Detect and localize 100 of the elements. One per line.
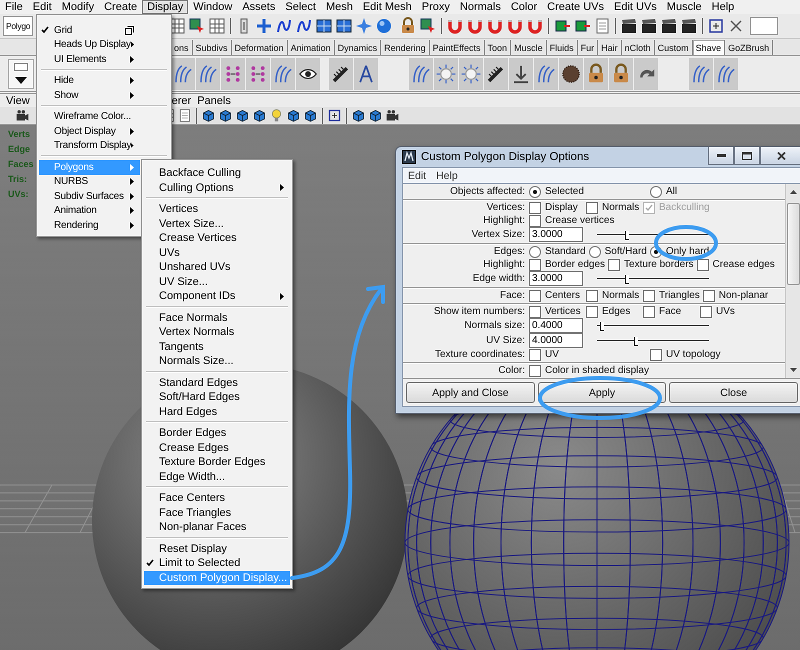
menu-item[interactable]: Soft/Hard Edges [144,390,290,404]
crosshair-icon[interactable] [327,108,342,123]
menu-item[interactable]: Hide [39,74,140,88]
slider[interactable] [597,274,709,284]
shelf-tab[interactable]: nCloth [622,40,655,55]
number-field[interactable]: 0.4000 [529,318,583,333]
cube-icon[interactable] [351,108,366,123]
checkbox[interactable] [643,290,655,302]
menu-item[interactable]: Face Centers [144,491,290,506]
menu-item[interactable]: File [0,0,28,14]
hair-strands-icon[interactable] [171,58,195,90]
menu-item[interactable]: Muscle [662,0,707,14]
number-field[interactable]: 3.0000 [529,271,583,286]
maximize-button[interactable] [734,147,760,165]
hair-strands-icon[interactable] [409,58,433,90]
magnet-icon[interactable] [526,17,544,35]
menu-item[interactable]: Backface Culling [144,166,290,180]
eye-icon[interactable] [296,58,320,90]
menu-item[interactable]: Wireframe Color... [39,110,140,124]
grid-icon[interactable] [208,17,226,35]
shelf-tab[interactable]: Deformation [232,40,288,55]
menu-item[interactable]: Mesh [320,0,358,14]
selection-icon[interactable] [188,17,206,35]
checkbox[interactable] [643,306,655,318]
input-field[interactable] [750,17,778,35]
star-icon[interactable] [355,17,373,35]
shelf-tab[interactable]: Fluids [546,40,578,55]
menu-item[interactable]: Display [142,0,188,14]
menu-item[interactable]: Select [280,0,321,14]
cube-icon[interactable] [218,108,233,123]
menu-item[interactable]: Vertices [144,202,290,216]
comb-icon[interactable] [484,58,508,90]
scrollbar-thumb[interactable] [787,203,800,285]
hair-strands-icon[interactable] [196,58,220,90]
magnet-icon[interactable] [466,17,484,35]
panel-menu-item[interactable]: View [3,94,33,107]
compass-icon[interactable] [354,58,378,90]
menu-item[interactable]: Subdiv Surfaces [39,189,140,204]
radio-button[interactable] [588,246,601,258]
dialog-button[interactable]: Close [669,382,798,403]
shelf-tab[interactable]: Fur [578,40,598,55]
slider[interactable] [597,230,709,240]
menu-item[interactable]: Assets [237,0,280,14]
shelf-tab[interactable]: Hair [598,40,622,55]
menu-item[interactable]: Component IDs [144,289,290,304]
menu-item[interactable]: Limit to Selected [144,556,290,570]
checkbox[interactable] [586,202,598,214]
cube-icon[interactable] [286,108,301,123]
checkbox[interactable] [702,290,715,302]
shelf-tab[interactable]: PaintEffects [430,40,485,55]
option-box-icon[interactable] [125,26,134,35]
checkbox[interactable] [608,258,620,270]
slider-thumb[interactable] [625,230,629,240]
menu-item[interactable]: UV Size... [144,274,290,289]
cube-icon[interactable] [252,108,267,123]
menu-item[interactable]: Texture Border Edges [144,455,290,470]
curve-icon[interactable] [295,17,313,35]
checkbox[interactable] [529,258,541,270]
shelf-tab[interactable]: Rendering [381,40,430,55]
menu-item[interactable]: Vertex Size... [144,216,290,231]
shelf-tab[interactable]: Muscle [511,40,547,55]
menu-item[interactable]: Culling Options [144,180,290,195]
scrollbar[interactable] [785,184,800,378]
cube-icon[interactable] [368,108,383,123]
menu-item[interactable]: Edit Mesh [358,0,417,14]
menu-item[interactable]: Unshared UVs [144,260,290,274]
checkbox[interactable] [529,290,541,302]
checkbox[interactable] [529,348,541,360]
menu-item[interactable]: UI Elements [39,52,140,66]
menu-item[interactable]: Object Display [39,124,140,138]
clapperboard-icon[interactable] [680,17,698,35]
checkbox[interactable] [586,306,598,318]
lock-icon[interactable] [609,58,633,90]
checkbox[interactable] [586,290,598,302]
minimize-button[interactable] [708,147,734,165]
mode-dropdown[interactable]: Polygo [3,16,34,36]
radio-button[interactable] [529,246,541,258]
menu-item[interactable]: Modify [56,0,100,14]
hair-strands-icon[interactable] [689,58,713,90]
menu-item[interactable]: Proxy [416,0,455,14]
menu-item[interactable]: Standard Edges [144,376,290,390]
slider-thumb[interactable] [634,336,638,346]
number-field[interactable]: 3.0000 [529,227,583,242]
magnet-icon[interactable] [446,17,464,35]
clapperboard-icon[interactable] [640,17,658,35]
menu-item[interactable]: Non-planar Faces [144,520,290,534]
comb-icon[interactable] [329,58,353,90]
menu-item[interactable]: Show [39,88,140,102]
menu-item[interactable]: Crease Vertices [144,231,290,246]
checkbox[interactable] [529,306,541,318]
menu-item[interactable]: Tangents [144,340,290,354]
shelf-tab[interactable]: GoZBrush [725,40,774,55]
checkbox[interactable] [650,348,662,360]
number-field[interactable]: 4.0000 [529,333,583,348]
cube-icon[interactable] [303,108,318,123]
menu-item[interactable]: Create UVs [542,0,609,14]
menu-item[interactable]: Edit [403,170,432,182]
radio-button[interactable] [529,186,541,198]
curve-icon[interactable] [275,17,293,35]
slider[interactable] [597,336,709,346]
